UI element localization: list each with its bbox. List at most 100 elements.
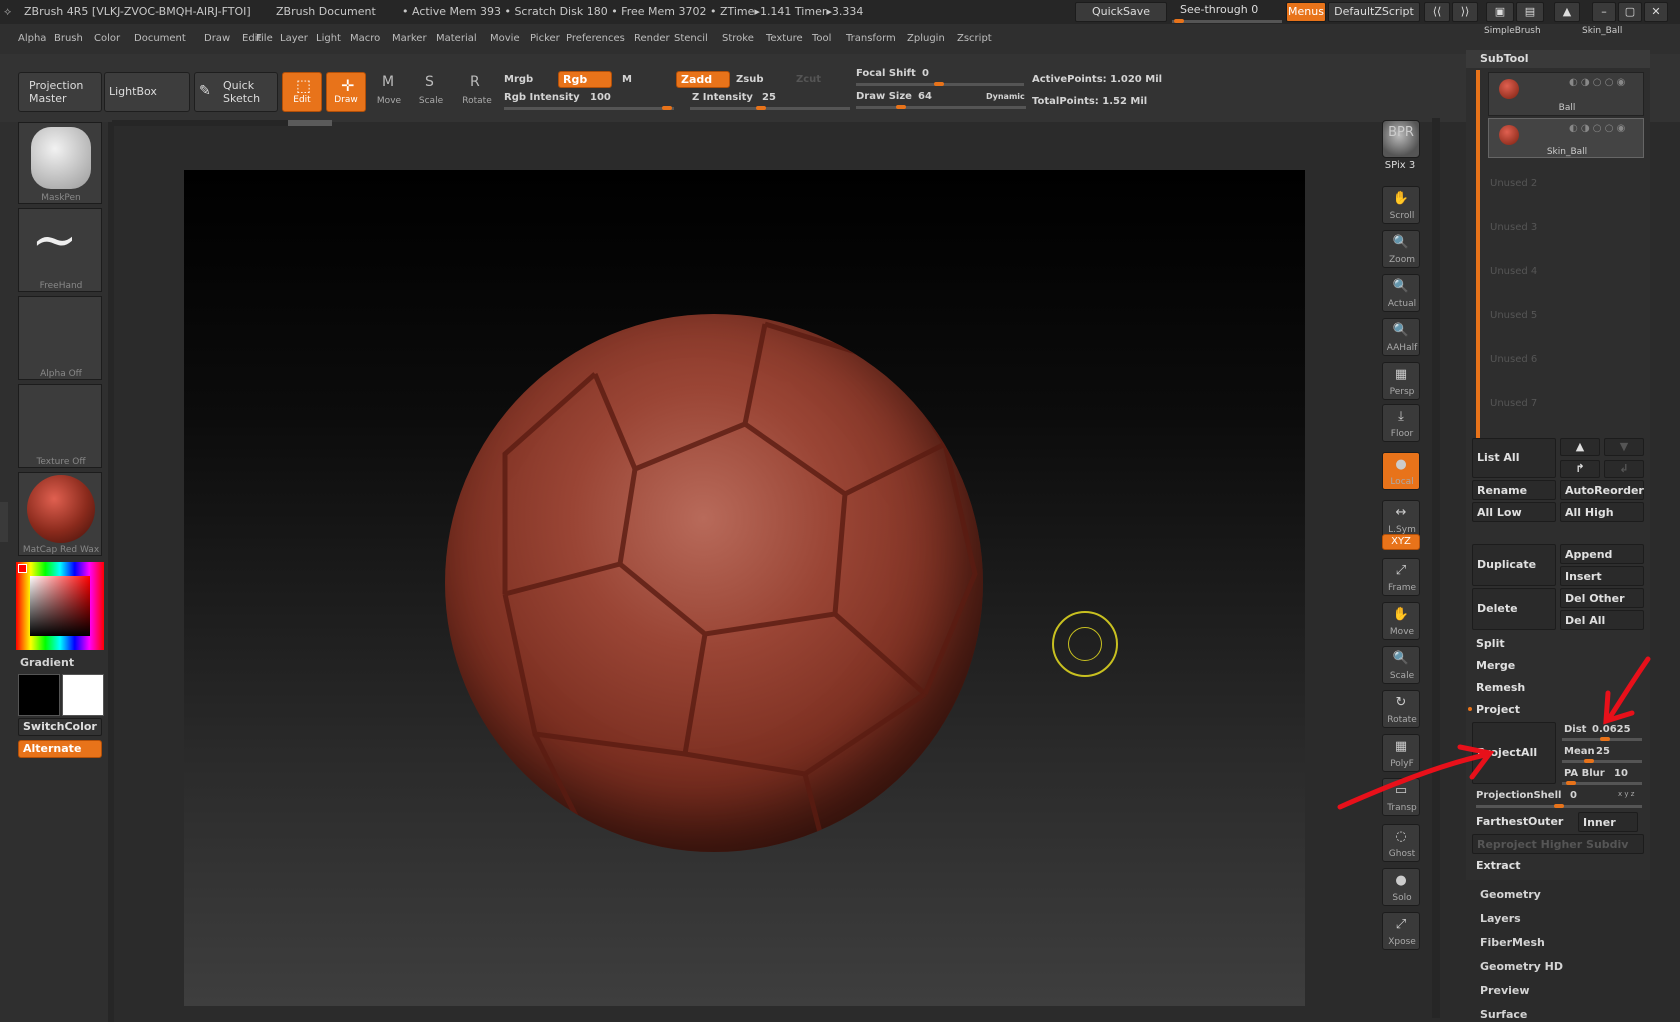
lightbox-button[interactable]: LightBox [104, 72, 190, 112]
gradient-toggle[interactable]: Gradient [20, 656, 74, 669]
layers-subpalette[interactable]: Layers [1480, 912, 1521, 925]
scroll-button[interactable]: ✋ Scroll [1382, 186, 1420, 224]
stroke-thumbnail[interactable]: ~ FreeHand [18, 208, 102, 292]
menu-render[interactable]: Render [634, 33, 670, 44]
zoom-button[interactable]: 🔍 Zoom [1382, 230, 1420, 268]
mrgb-button[interactable]: Mrgb [504, 74, 533, 85]
rotate-button[interactable]: R Rotate [458, 74, 496, 114]
menu-tool[interactable]: Tool [812, 33, 831, 44]
menu-zplugin[interactable]: Zplugin [907, 33, 945, 44]
del-other-button[interactable]: Del Other [1560, 588, 1644, 608]
zsub-button[interactable]: Zsub [736, 74, 763, 85]
scroll-left-icon[interactable]: ⟨⟨ [1424, 2, 1450, 22]
menu-movie[interactable]: Movie [490, 33, 520, 44]
rgb-intensity-slider[interactable]: Rgb Intensity 100 [504, 92, 674, 112]
z-intensity-slider[interactable]: Z Intensity 25 [690, 92, 850, 112]
outer-toggle[interactable]: Outer [1524, 812, 1574, 832]
layout-icon[interactable]: ▣ [1486, 2, 1514, 22]
floor-button[interactable]: ⤓ Floor [1382, 404, 1420, 442]
focal-shift-slider[interactable]: Focal Shift 0 [856, 68, 1024, 88]
layout-alt-icon[interactable]: ▤ [1516, 2, 1544, 22]
local-button[interactable]: ● Local [1382, 452, 1420, 490]
default-zscript-button[interactable]: DefaultZScript [1328, 2, 1420, 22]
preview-subpalette[interactable]: Preview [1480, 984, 1530, 997]
all-high-button[interactable]: All High [1560, 502, 1644, 522]
subtool-header[interactable]: SubTool [1466, 50, 1650, 68]
xpose-button[interactable]: ⤢ Xpose [1382, 912, 1420, 950]
menu-color[interactable]: Color [94, 33, 120, 44]
rename-button[interactable]: Rename [1472, 480, 1556, 500]
move-button[interactable]: M Move [372, 74, 406, 114]
simplebrush-label[interactable]: SimpleBrush [1484, 26, 1541, 36]
fibermesh-subpalette[interactable]: FiberMesh [1480, 936, 1545, 949]
scale-button[interactable]: S Scale [414, 74, 448, 114]
skin-ball-top-label[interactable]: Skin_Ball [1582, 26, 1622, 36]
list-all-button[interactable]: List All [1472, 438, 1556, 478]
maximize-icon[interactable]: ▢ [1618, 2, 1642, 22]
menu-transform[interactable]: Transform [846, 33, 896, 44]
menu-light[interactable]: Light [316, 33, 341, 44]
ghost-button[interactable]: ◌ Ghost [1382, 824, 1420, 862]
aahalf-button[interactable]: 🔍 AAHalf [1382, 318, 1420, 356]
visibility-toggles-icon[interactable]: ◐ ◑ ○ ○ ◉ [1569, 77, 1625, 88]
close-icon[interactable]: ✕ [1644, 2, 1668, 22]
menu-texture[interactable]: Texture [766, 33, 803, 44]
material-thumbnail[interactable]: MatCap Red Wax [18, 472, 102, 556]
menu-material[interactable]: Material [436, 33, 477, 44]
menu-layer[interactable]: Layer [280, 33, 308, 44]
subtool-item-ball[interactable]: ◐ ◑ ○ ○ ◉ Ball [1488, 72, 1644, 116]
move-right-arrow-icon[interactable]: ↱ [1560, 460, 1600, 478]
scroll-right-icon[interactable]: ⟩⟩ [1452, 2, 1478, 22]
menu-brush[interactable]: Brush [54, 33, 83, 44]
menu-file[interactable]: File [256, 33, 273, 44]
menu-alpha[interactable]: Alpha [18, 33, 46, 44]
m-button[interactable]: M [622, 74, 632, 85]
reproject-higher-subdiv-button[interactable]: Reproject Higher Subdiv [1472, 834, 1644, 854]
menu-stroke[interactable]: Stroke [722, 33, 754, 44]
zcut-button[interactable]: Zcut [796, 74, 821, 85]
soccer-ball-model[interactable] [445, 314, 983, 852]
actual-button[interactable]: 🔍 Actual [1382, 274, 1420, 312]
shelf-scrollbar[interactable] [112, 120, 332, 126]
del-all-button[interactable]: Del All [1560, 610, 1644, 630]
bpr-button[interactable]: BPR [1382, 120, 1420, 158]
solo-button[interactable]: ● Solo [1382, 868, 1420, 906]
menus-button[interactable]: Menus [1286, 2, 1326, 22]
duplicate-button[interactable]: Duplicate [1472, 544, 1556, 586]
geometry-subpalette[interactable]: Geometry [1480, 888, 1541, 901]
subtool-scrollbar[interactable] [1476, 70, 1480, 440]
texture-thumbnail[interactable]: Texture Off [18, 384, 102, 468]
draw-size-slider[interactable]: Draw Size 64 Dynamic [856, 91, 1026, 111]
menu-document[interactable]: Document [134, 33, 186, 44]
xyz-symmetry-button[interactable]: XYZ [1382, 534, 1420, 550]
menu-preferences[interactable]: Preferences [566, 33, 625, 44]
menu-macro[interactable]: Macro [350, 33, 380, 44]
brush-thumbnail[interactable]: MaskPen [18, 122, 102, 204]
rgb-button[interactable]: Rgb [558, 71, 612, 88]
move-up-arrow-icon[interactable]: ▲ [1560, 438, 1600, 456]
split-subpalette[interactable]: Split [1472, 634, 1644, 654]
alternate-button[interactable]: Alternate [18, 740, 102, 758]
farthest-toggle[interactable]: Farthest [1472, 812, 1528, 832]
frame-button[interactable]: ⤢ Frame [1382, 558, 1420, 596]
projection-master-button[interactable]: Projection Master [18, 72, 102, 112]
insert-button[interactable]: Insert [1560, 566, 1644, 586]
menu-draw[interactable]: Draw [204, 33, 230, 44]
menu-zscript[interactable]: Zscript [957, 33, 992, 44]
append-button[interactable]: Append [1560, 544, 1644, 564]
spix-slider[interactable]: SPix 3 [1380, 160, 1420, 171]
edit-button[interactable]: ⬚ Edit [282, 72, 322, 112]
switchcolor-button[interactable]: SwitchColor [18, 718, 102, 736]
menu-picker[interactable]: Picker [530, 33, 560, 44]
move-left-arrow-icon[interactable]: ↲ [1604, 460, 1644, 478]
inner-toggle[interactable]: Inner [1578, 812, 1638, 832]
dynamic-toggle[interactable]: Dynamic [986, 92, 1025, 101]
draw-button[interactable]: ✛ Draw [326, 72, 366, 112]
see-through-slider[interactable]: See-through 0 [1172, 3, 1282, 23]
minimize-icon[interactable]: – [1592, 2, 1616, 22]
lock-icon[interactable]: ▲ [1554, 2, 1580, 22]
menu-marker[interactable]: Marker [392, 33, 427, 44]
all-low-button[interactable]: All Low [1472, 502, 1556, 522]
main-color-swatch[interactable] [18, 674, 60, 716]
lsym-button[interactable]: ↔ L.Sym [1382, 500, 1420, 538]
